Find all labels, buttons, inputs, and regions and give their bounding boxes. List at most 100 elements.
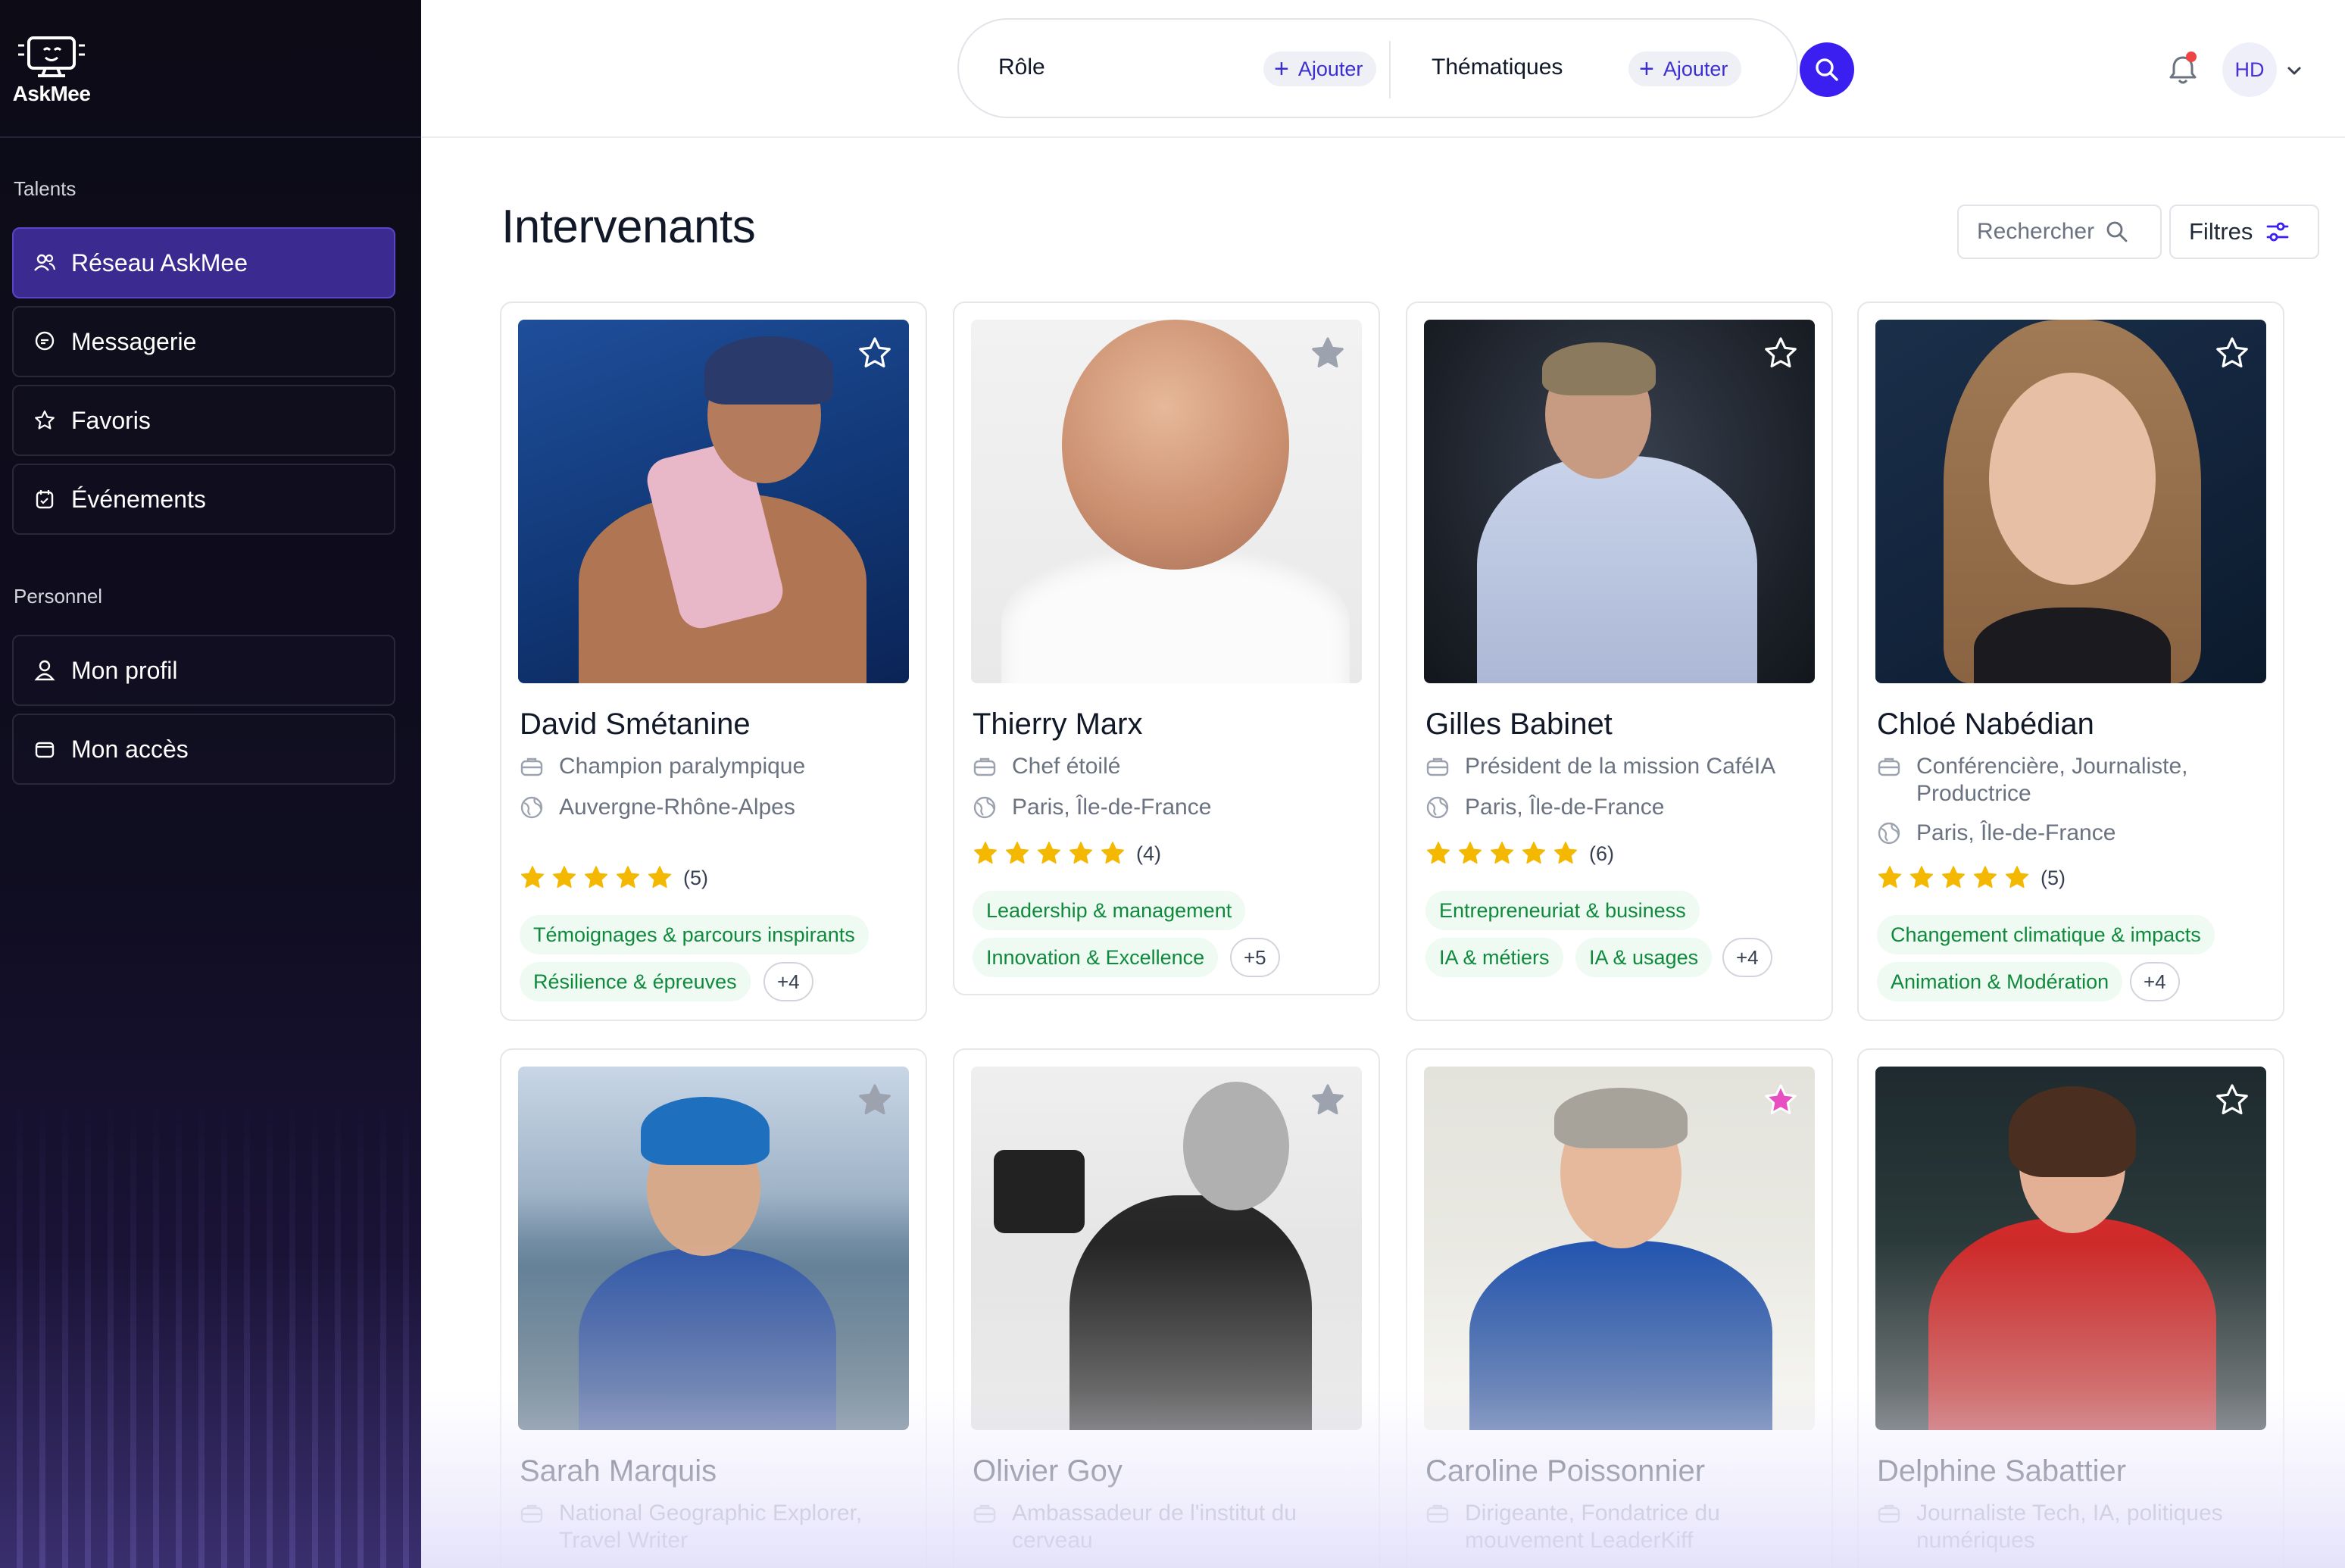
speaker-card[interactable]: David Smétanine Champion paralympique Au… — [500, 301, 927, 1021]
speaker-role-text: National Geographic Explorer, Travel Wri… — [559, 1501, 863, 1553]
app-logo[interactable]: AskMee — [12, 33, 91, 109]
themes-filter-label[interactable]: Thématiques — [1432, 55, 1563, 80]
add-theme-label: Ajouter — [1663, 57, 1728, 80]
sidebar-item-label: Messagerie — [71, 327, 197, 355]
add-theme-button[interactable]: + Ajouter — [1628, 52, 1742, 86]
speaker-name[interactable]: Sarah Marquis — [520, 1454, 717, 1488]
theme-tag[interactable]: Entrepreneuriat & business — [1425, 891, 1700, 930]
theme-tag[interactable]: Animation & Modération — [1877, 962, 2123, 1001]
notification-dot — [2186, 52, 2197, 62]
globe-icon — [973, 796, 996, 819]
sidebar-item-label: Favoris — [71, 406, 151, 434]
speaker-photo — [971, 1067, 1362, 1430]
rating-star-icon — [1069, 842, 1093, 864]
speaker-name[interactable]: Delphine Sabattier — [1877, 1454, 2126, 1488]
speaker-role: Conférencière, Journaliste, Productrice — [1877, 753, 2268, 807]
more-tags-badge[interactable]: +4 — [763, 962, 813, 1001]
speaker-card[interactable]: Sarah Marquis National Geographic Explor… — [500, 1048, 927, 1568]
speaker-card[interactable]: Gilles Babinet Président de la mission C… — [1406, 301, 1833, 1021]
filters-label: Filtres — [2189, 218, 2253, 245]
theme-tag[interactable]: Changement climatique & impacts — [1877, 915, 2215, 954]
more-tags-badge[interactable]: +4 — [1722, 938, 1772, 977]
speaker-location-text: Paris, Île-de-France — [1465, 795, 1665, 820]
speaker-name[interactable]: David Smétanine — [520, 707, 751, 742]
theme-tag[interactable]: Témoignages & parcours inspirants — [520, 915, 869, 954]
globe-icon — [520, 796, 543, 819]
favorite-star-icon[interactable] — [1762, 335, 1800, 373]
speaker-location-text: Paris, Île-de-France — [1916, 820, 2116, 845]
speaker-name[interactable]: Caroline Poissonnier — [1425, 1454, 1705, 1488]
speaker-rating: (6) — [1425, 841, 1614, 867]
rating-count: (5) — [2041, 866, 2066, 889]
favorite-star-icon[interactable] — [856, 335, 894, 373]
sidebar-item-evenements[interactable]: Événements — [12, 464, 395, 535]
speaker-role-text: Champion paralympique — [559, 754, 806, 779]
sidebar-item-label: Mon profil — [71, 656, 178, 684]
more-tags-badge[interactable]: +5 — [1230, 938, 1280, 977]
favorite-star-icon[interactable] — [1309, 335, 1347, 373]
speaker-role-text: Ambassadeur de l'institut du cerveau — [1012, 1501, 1297, 1553]
chat-icon — [33, 330, 56, 353]
favorite-star-icon[interactable] — [856, 1082, 894, 1120]
favorite-star-icon[interactable] — [1309, 1082, 1347, 1120]
rating-star-icon — [1973, 866, 1997, 889]
speaker-location: Paris, Île-de-France — [1877, 820, 2268, 847]
globe-icon — [1426, 796, 1449, 819]
rating-count: (6) — [1589, 842, 1614, 865]
speaker-name[interactable]: Chloé Nabédian — [1877, 707, 2094, 742]
search-criteria-bar: Rôle + Ajouter Thématiques + Ajouter — [957, 18, 1798, 118]
sidebar-item-favoris[interactable]: Favoris — [12, 385, 395, 456]
search-input[interactable]: Rechercher — [1957, 205, 2162, 259]
speaker-photo — [518, 320, 909, 683]
favorite-star-icon[interactable] — [2213, 335, 2251, 373]
sidebar-item-messagerie[interactable]: Messagerie — [12, 306, 395, 377]
rating-star-icon — [648, 866, 672, 889]
add-role-button[interactable]: + Ajouter — [1263, 52, 1377, 86]
sidebar-item-mon-profil[interactable]: Mon profil — [12, 635, 395, 706]
favorite-star-icon[interactable] — [2213, 1082, 2251, 1120]
role-filter-label[interactable]: Rôle — [998, 55, 1045, 80]
speaker-photo — [1875, 1067, 2266, 1430]
more-tags-badge[interactable]: +4 — [2130, 962, 2180, 1001]
theme-tag[interactable]: Leadership & management — [973, 891, 1246, 930]
briefcase-icon — [1878, 1504, 1900, 1523]
speaker-rating: (5) — [1877, 865, 2066, 891]
sidebar-item-mon-acces[interactable]: Mon accès — [12, 714, 395, 785]
speaker-location-text: Paris, Île-de-France — [1012, 795, 1212, 820]
theme-tag[interactable]: Résilience & épreuves — [520, 962, 751, 1001]
speaker-card[interactable]: Thierry Marx Chef étoilé Paris, Île-de-F… — [953, 301, 1380, 995]
speaker-photo — [1424, 320, 1815, 683]
sidebar-item-reseau[interactable]: Réseau AskMee — [12, 227, 395, 298]
rating-star-icon — [1490, 842, 1514, 864]
speaker-card[interactable]: Caroline Poissonnier Dirigeante, Fondatr… — [1406, 1048, 1833, 1568]
speaker-role-text: Dirigeante, Fondatrice du mouvement Lead… — [1465, 1501, 1720, 1553]
rating-star-icon — [520, 866, 545, 889]
search-icon — [2106, 221, 2128, 242]
theme-tag[interactable]: Innovation & Excellence — [973, 938, 1219, 977]
favorite-star-icon[interactable] — [1762, 1082, 1800, 1120]
speaker-role: Dirigeante, Fondatrice du mouvement Lead… — [1425, 1500, 1816, 1554]
speaker-card[interactable]: Chloé Nabédian Conférencière, Journalist… — [1857, 301, 2284, 1021]
speaker-rating: (5) — [520, 865, 708, 891]
chevron-down-icon[interactable] — [2284, 61, 2304, 80]
speaker-name[interactable]: Thierry Marx — [973, 707, 1142, 742]
sidebar-item-label: Événements — [71, 485, 206, 513]
pill-separator — [1389, 41, 1391, 98]
rating-star-icon — [1522, 842, 1546, 864]
theme-tag[interactable]: IA & usages — [1575, 938, 1713, 977]
speaker-card[interactable]: Olivier Goy Ambassadeur de l'institut du… — [953, 1048, 1380, 1568]
speaker-photo — [971, 320, 1362, 683]
speaker-name[interactable]: Olivier Goy — [973, 1454, 1123, 1488]
avatar[interactable]: HD — [2222, 42, 2277, 97]
speaker-photo — [1424, 1067, 1815, 1430]
sidebar-item-label: Réseau AskMee — [71, 248, 248, 276]
search-submit-button[interactable] — [1800, 42, 1854, 97]
speaker-name[interactable]: Gilles Babinet — [1425, 707, 1613, 742]
search-placeholder: Rechercher — [1977, 219, 2095, 244]
theme-tag[interactable]: IA & métiers — [1425, 938, 1563, 977]
briefcase-icon — [1426, 1504, 1449, 1523]
speaker-role: Journaliste Tech, IA, politiques numériq… — [1877, 1500, 2268, 1554]
speaker-card[interactable]: Delphine Sabattier Journaliste Tech, IA,… — [1857, 1048, 2284, 1568]
search-icon — [1816, 58, 1838, 81]
filters-button[interactable]: Filtres — [2169, 205, 2319, 259]
